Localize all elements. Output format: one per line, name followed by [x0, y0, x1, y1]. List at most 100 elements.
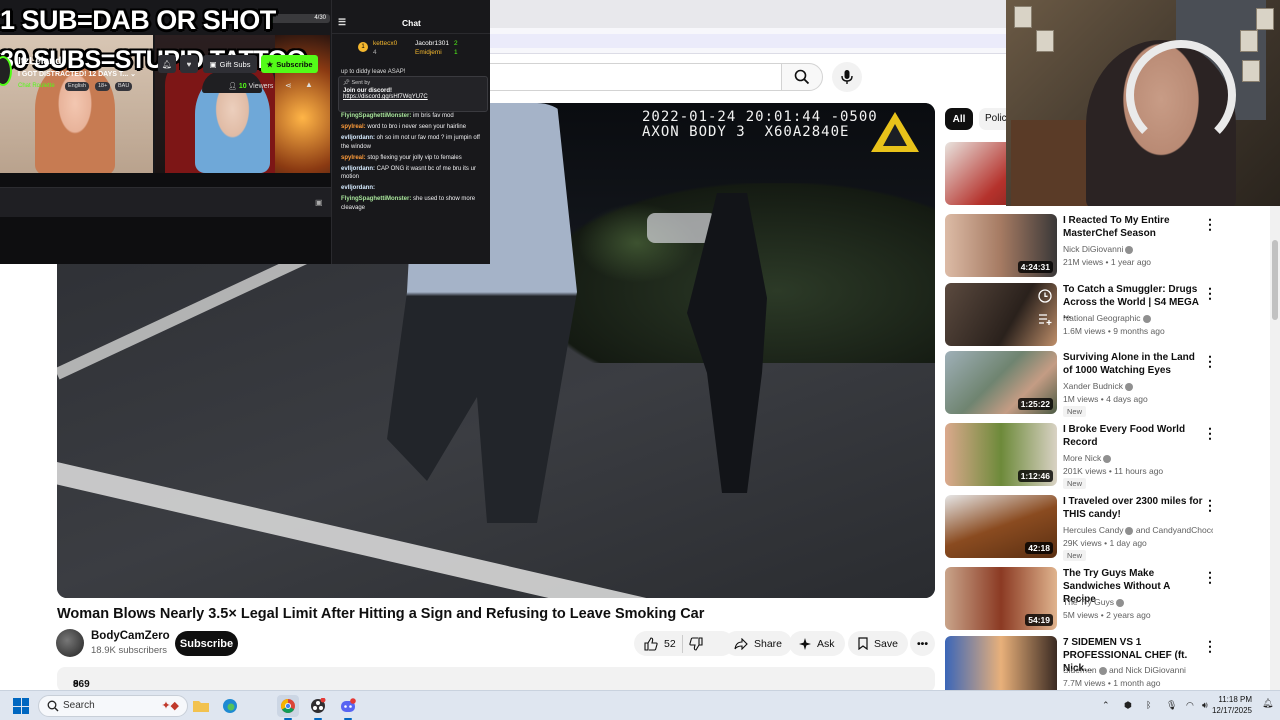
discord-link[interactable]: https://discord.gg/sHf7WqYU7C: [343, 94, 428, 100]
chevron-down-icon[interactable]: ⌄: [130, 71, 136, 78]
chat-username[interactable]: FlyingSpaghettiMonster:: [341, 113, 411, 119]
sparkle-icon: [799, 637, 811, 650]
video-title[interactable]: I Traveled over 2300 miles for THIS cand…: [1063, 495, 1203, 521]
video-thumbnail[interactable]: 1:12:46: [945, 423, 1057, 486]
fullscreen-icon[interactable]: ▣: [315, 198, 323, 207]
voice-search-button[interactable]: [832, 62, 862, 92]
file-explorer-icon[interactable]: [190, 695, 212, 717]
tag-bau[interactable]: BAU: [115, 82, 133, 91]
notification-bell-button[interactable]: 🔔︎: [158, 55, 176, 73]
thumbs-down-icon[interactable]: [689, 636, 703, 651]
video-thumbnail[interactable]: 1:25:22: [945, 351, 1057, 414]
recommended-video[interactable]: To Catch a Smuggler: Drugs Across the Wo…: [945, 283, 1245, 347]
thumbs-up-icon[interactable]: [644, 636, 658, 651]
recommended-video[interactable]: 4:24:31 I Reacted To My Entire MasterChe…: [945, 214, 1245, 278]
heart-icon: ♥: [186, 59, 192, 69]
chat-username[interactable]: FlyingSpaghettiMonster:: [341, 196, 411, 202]
person-icon: 👤︎: [228, 83, 237, 90]
taskbar-search[interactable]: Search ✦◆: [38, 695, 188, 717]
wifi-icon[interactable]: ◠: [1186, 700, 1194, 711]
chevron-up-icon[interactable]: ⌃: [1102, 700, 1110, 711]
video-thumbnail[interactable]: [945, 636, 1057, 690]
streamer-name[interactable]: ItzLeland: [18, 56, 61, 67]
video-thumbnail[interactable]: 54:19: [945, 567, 1057, 630]
video-title[interactable]: I Broke Every Food World Record: [1063, 423, 1203, 449]
windows-start-icon[interactable]: [13, 698, 29, 714]
stream-category[interactable]: Chat Roulette: [18, 83, 55, 89]
subscribe-button[interactable]: Subscribe: [175, 631, 238, 656]
more-vertical-icon[interactable]: ⋮: [1203, 216, 1217, 233]
system-clock[interactable]: 11:18 PM 12/17/2025: [1212, 694, 1252, 716]
video-channel[interactable]: Nick DiGiovanni: [1063, 244, 1213, 254]
tag-18plus[interactable]: 18+: [95, 82, 111, 91]
tag-english[interactable]: English: [65, 82, 90, 91]
add-to-queue-icon[interactable]: [1038, 313, 1052, 325]
search-button[interactable]: [781, 63, 823, 91]
chat-username[interactable]: evlljordann:: [341, 166, 375, 172]
video-channel[interactable]: The Try Guys: [1063, 597, 1213, 607]
video-channel[interactable]: More Nick: [1063, 453, 1213, 463]
volume-icon[interactable]: 🔊︎: [1202, 700, 1208, 711]
channel-avatar[interactable]: [56, 629, 84, 657]
video-thumbnail[interactable]: 42:18: [945, 495, 1057, 558]
recommended-video[interactable]: 7 SIDEMEN VS 1 PROFESSIONAL CHEF (ft. Ni…: [945, 636, 1245, 690]
warning-icon[interactable]: ▲: [305, 80, 313, 89]
chat-username[interactable]: spyIreal:: [341, 124, 366, 130]
browser-bookmark-bar: [490, 28, 1010, 54]
chat-username[interactable]: spyIreal:: [341, 155, 366, 161]
recommended-video[interactable]: 1:12:46 I Broke Every Food World Record …: [945, 423, 1245, 489]
video-title[interactable]: Surviving Alone in the Land of 1000 Watc…: [1063, 351, 1203, 377]
more-vertical-icon[interactable]: ⋮: [1203, 285, 1217, 302]
video-channel[interactable]: National Geographic: [1063, 313, 1213, 323]
kick-subscribe-button[interactable]: ★ Subscribe: [261, 55, 318, 73]
chat-username[interactable]: evlljordann:: [341, 185, 375, 191]
recommended-video[interactable]: 1:25:22 Surviving Alone in the Land of 1…: [945, 351, 1245, 417]
video-duration: 54:19: [1025, 614, 1053, 626]
more-vertical-icon[interactable]: ⋮: [1203, 638, 1217, 655]
browser-tab-strip: [490, 0, 1010, 28]
discord-icon[interactable]: [337, 695, 359, 720]
video-title[interactable]: I Reacted To My Entire MasterChef Season: [1063, 214, 1203, 240]
chat-header: Chat: [402, 18, 421, 28]
gift-subs-button[interactable]: ▣ Gift Subs: [203, 55, 257, 73]
share-icon[interactable]: ⋖: [285, 81, 292, 90]
microphone-icon[interactable]: 🎙︎: [1166, 700, 1177, 711]
notification-bell-icon[interactable]: 🔔︎: [1262, 698, 1273, 709]
trophy-icon: 1: [358, 42, 368, 52]
menu-icon[interactable]: ☰: [338, 17, 346, 28]
video-duration: 4:24:31: [1017, 261, 1053, 273]
chip-police[interactable]: Polic: [979, 108, 1009, 130]
share-button[interactable]: Share: [724, 631, 793, 656]
bluetooth-icon[interactable]: ᛒ: [1146, 700, 1151, 710]
share-icon: [734, 637, 748, 650]
watch-later-icon[interactable]: [1038, 289, 1052, 303]
ask-button[interactable]: Ask: [789, 631, 845, 656]
video-thumbnail[interactable]: 4:24:31: [945, 214, 1057, 277]
chip-all[interactable]: All: [945, 108, 973, 130]
search-input[interactable]: [440, 63, 782, 91]
chrome-browser-icon[interactable]: [277, 695, 299, 720]
channel-name[interactable]: BodyCamZero: [91, 630, 170, 642]
video-channel[interactable]: Sidemen and Nick DiGiovanni: [1063, 665, 1213, 675]
video-channel[interactable]: Xander Budnick: [1063, 381, 1213, 391]
recommended-video[interactable]: 42:18 I Traveled over 2300 miles for THI…: [945, 495, 1245, 561]
scrollbar-thumb[interactable]: [1272, 240, 1278, 320]
description-box[interactable]: 869 views 9 hours ago: [57, 667, 935, 712]
video-channel[interactable]: Hercules Candy and CandyandChoco...: [1063, 525, 1213, 535]
save-button[interactable]: Save: [848, 631, 908, 656]
more-vertical-icon[interactable]: ⋮: [1203, 425, 1217, 442]
more-actions-button[interactable]: •••: [910, 631, 935, 656]
more-vertical-icon[interactable]: ⋮: [1203, 353, 1217, 370]
more-vertical-icon[interactable]: ⋮: [1203, 569, 1217, 586]
verified-icon: [1142, 314, 1151, 323]
stream-controls-bar[interactable]: ▣: [0, 187, 331, 217]
recommended-video[interactable]: 54:19 The Try Guys Make Sandwiches Witho…: [945, 567, 1245, 631]
chat-username[interactable]: evlljordann:: [341, 135, 375, 141]
follow-button[interactable]: ♥: [180, 55, 198, 73]
tray-app-icon[interactable]: ⬢: [1124, 700, 1132, 711]
edge-browser-icon[interactable]: [219, 695, 241, 717]
video-thumbnail[interactable]: [945, 283, 1057, 346]
obs-icon[interactable]: [307, 695, 329, 720]
more-vertical-icon[interactable]: ⋮: [1203, 497, 1217, 514]
like-dislike-group[interactable]: 52: [634, 631, 734, 656]
